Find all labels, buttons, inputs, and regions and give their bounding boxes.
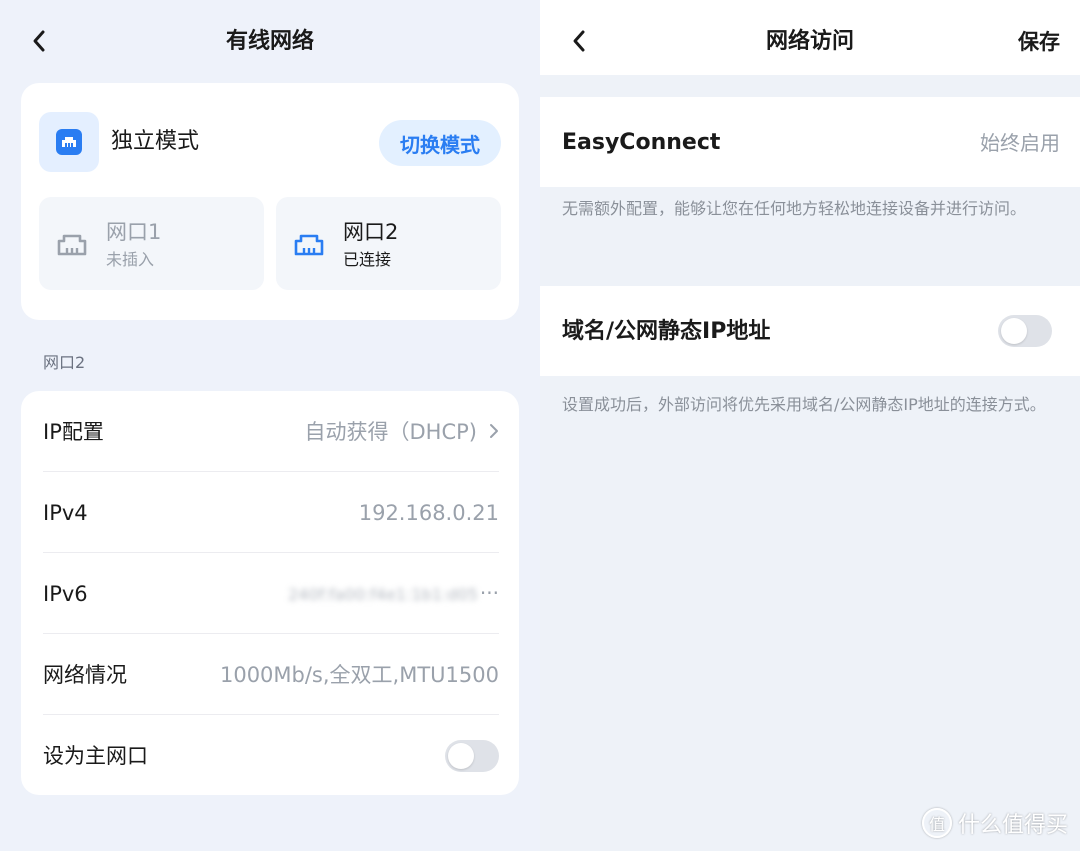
easyconnect-value: 始终启用 xyxy=(980,131,1060,155)
network-status-row: 网络情况 1000Mb/s,全双工,MTU1500 xyxy=(43,634,499,715)
ethernet-port-icon xyxy=(39,112,99,172)
port-status: 未插入 xyxy=(106,250,155,269)
page-title: 有线网络 xyxy=(225,29,314,54)
easyconnect-description: 无需额外配置，能够让您在任何地方轻松地连接设备并进行访问。 xyxy=(562,199,1027,218)
ipv6-row: IPv6 240f:fa00:f4e1:1b1:d05 ··· xyxy=(43,553,499,634)
page-title: 网络访问 xyxy=(765,29,854,54)
section-title: 网口2 xyxy=(43,353,86,372)
navbar: 有线网络 xyxy=(0,0,540,84)
primary-port-row: 设为主网口 xyxy=(43,715,499,796)
network-access-screen: 网络访问 保存 EasyConnect 始终启用 无需额外配置，能够让您在任何地… xyxy=(540,0,1080,851)
row-label: 网络情况 xyxy=(43,662,127,687)
mode-label: 独立模式 xyxy=(111,129,200,154)
chevron-right-icon xyxy=(489,417,499,447)
ipv4-value: 192.168.0.21 xyxy=(358,500,499,525)
port-tile-1[interactable]: 网口1 未插入 xyxy=(39,197,264,290)
easyconnect-label: EasyConnect xyxy=(562,130,721,155)
row-value: 自动获得（DHCP) xyxy=(305,417,499,447)
ethernet-port-icon xyxy=(294,234,324,256)
ip-config-value: 自动获得（DHCP) xyxy=(304,419,477,444)
row-label: IPv6 xyxy=(43,581,88,606)
navbar: 网络访问 保存 xyxy=(540,0,1080,84)
static-ip-toggle[interactable] xyxy=(998,315,1052,347)
ip-config-row[interactable]: IP配置 自动获得（DHCP) xyxy=(43,391,499,472)
ipv6-value: 240f:fa00:f4e1:1b1:d05 ··· xyxy=(288,578,499,610)
watermark-logo: 值 xyxy=(921,808,952,838)
port-status: 已连接 xyxy=(343,250,392,269)
static-ip-label: 域名/公网静态IP地址 xyxy=(562,319,771,344)
static-ip-description: 设置成功后，外部访问将优先采用域名/公网静态IP地址的连接方式。 xyxy=(562,395,1046,414)
ellipsis: ··· xyxy=(479,580,499,605)
toggle-knob xyxy=(1001,318,1027,344)
toggle-knob xyxy=(448,742,474,769)
network-status-value: 1000Mb/s,全双工,MTU1500 xyxy=(219,662,499,687)
primary-port-toggle[interactable] xyxy=(445,739,499,772)
ethernet-port-icon xyxy=(57,234,87,256)
static-ip-row: 域名/公网静态IP地址 xyxy=(540,286,1080,376)
row-label: 设为主网口 xyxy=(43,743,148,768)
switch-mode-button[interactable]: 切换模式 xyxy=(379,120,501,166)
row-label: IPv4 xyxy=(43,500,88,525)
ipv4-row: IPv4 192.168.0.21 xyxy=(43,472,499,553)
port-name: 网口2 xyxy=(343,220,399,244)
port-tile-2[interactable]: 网口2 已连接 xyxy=(276,197,501,290)
ipv6-blurred-text: 240f:fa00:f4e1:1b1:d05 xyxy=(288,584,478,604)
watermark-text: 什么值得买 xyxy=(957,813,1068,838)
watermark: 值 什么值得买 xyxy=(921,807,1068,839)
port-name: 网口1 xyxy=(106,220,162,244)
wired-network-screen: 有线网络 独立模式 切换模式 网口1 未插入 网口2 已连接 网口2 IP配置 … xyxy=(0,0,540,851)
easyconnect-row[interactable]: EasyConnect 始终启用 xyxy=(540,97,1080,187)
save-button[interactable]: 保存 xyxy=(1018,26,1060,58)
port-detail-card: IP配置 自动获得（DHCP) IPv4 192.168.0.21 IPv6 2… xyxy=(21,391,519,795)
row-label: IP配置 xyxy=(43,419,104,444)
mode-card: 独立模式 切换模式 网口1 未插入 网口2 已连接 xyxy=(21,83,519,320)
